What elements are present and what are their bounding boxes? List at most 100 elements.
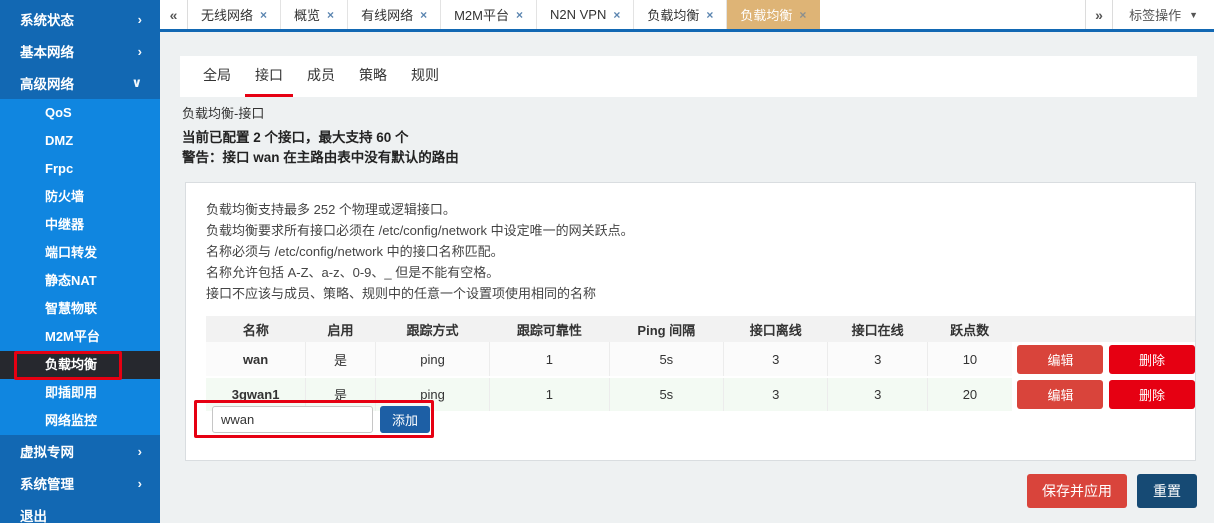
sidebar-subitem-plug-and-play[interactable]: 即插即用 xyxy=(0,379,160,407)
edit-button[interactable]: 编辑 xyxy=(1017,345,1103,374)
section-tab-interface[interactable]: 接口 xyxy=(245,56,293,97)
description-line: 接口不应该与成员、策略、规则中的任意一个设置项使用相同的名称 xyxy=(206,283,1195,304)
col-iface-up: 接口在线 xyxy=(828,316,927,342)
chevron-right-icon: › xyxy=(138,476,142,491)
close-icon[interactable]: × xyxy=(799,8,806,22)
close-icon[interactable]: × xyxy=(706,8,713,22)
tab-m2m-platform[interactable]: M2M平台 × xyxy=(441,0,537,29)
warning-text: 警告：接口 wan 在主路由表中没有默认的路由 xyxy=(182,146,459,166)
section-tab-policy[interactable]: 策略 xyxy=(349,56,397,97)
tabs-scroll-left-icon[interactable]: « xyxy=(160,0,188,29)
edit-button[interactable]: 编辑 xyxy=(1017,380,1103,409)
col-iface-down: 接口离线 xyxy=(724,316,828,342)
section-tab-member[interactable]: 成员 xyxy=(297,56,345,97)
col-name: 名称 xyxy=(206,316,306,342)
sidebar-item-label: 基本网络 xyxy=(20,41,74,61)
col-metric: 跃点数 xyxy=(927,316,1012,342)
cell-down: 3 xyxy=(724,342,828,377)
tab-load-balance-1[interactable]: 负载均衡 × xyxy=(634,0,727,29)
sidebar-item-label: 系统管理 xyxy=(20,473,74,493)
tab-label: 有线网络 xyxy=(361,5,413,24)
sidebar-subitem-repeater[interactable]: 中继器 xyxy=(0,211,160,239)
reset-button[interactable]: 重置 xyxy=(1137,474,1197,508)
tab-overview[interactable]: 概览 × xyxy=(281,0,348,29)
chevron-right-icon: › xyxy=(138,12,142,27)
sidebar-subitem-qos[interactable]: QoS xyxy=(0,99,160,127)
footer-actions: 保存并应用 重置 xyxy=(1027,474,1197,508)
description-line: 名称必须与 /etc/config/network 中的接口名称匹配。 xyxy=(206,241,1195,262)
cell-reliability: 1 xyxy=(490,377,609,412)
sidebar-item-label: 系统状态 xyxy=(20,9,74,29)
sidebar-submenu: QoS DMZ Frpc 防火墙 中继器 端口转发 静态NAT 智慧物联 M2M… xyxy=(0,99,160,435)
chevron-down-icon: ∨ xyxy=(131,75,142,91)
add-button[interactable]: 添加 xyxy=(380,406,430,433)
description-line: 负载均衡要求所有接口必须在 /etc/config/network 中设定唯一的… xyxy=(206,220,1195,241)
sidebar-item-label: 高级网络 xyxy=(20,73,74,93)
section-tab-global[interactable]: 全局 xyxy=(193,56,241,97)
tab-operations-dropdown[interactable]: 标签操作 ▼ xyxy=(1113,0,1214,29)
sidebar-subitem-static-nat[interactable]: 静态NAT xyxy=(0,267,160,295)
delete-button[interactable]: 删除 xyxy=(1109,380,1195,409)
sidebar-subitem-port-forward[interactable]: 端口转发 xyxy=(0,239,160,267)
tab-label: 无线网络 xyxy=(201,5,253,24)
tabbar: « 无线网络 × 概览 × 有线网络 × M2M平台 × N2N VPN × 负… xyxy=(160,0,1214,32)
description-line: 负载均衡支持最多 252 个物理或逻辑接口。 xyxy=(206,199,1195,220)
sidebar-item-advanced-network[interactable]: 高级网络 ∨ xyxy=(0,67,160,99)
sidebar-subitem-firewall[interactable]: 防火墙 xyxy=(0,183,160,211)
cell-up: 3 xyxy=(828,342,927,377)
sidebar-subitem-load-balance[interactable]: 负载均衡 xyxy=(0,351,160,379)
cell-track: ping xyxy=(375,342,489,377)
section-tab-rule[interactable]: 规则 xyxy=(401,56,449,97)
cell-metric: 10 xyxy=(927,342,1012,377)
tab-n2n-vpn[interactable]: N2N VPN × xyxy=(537,0,634,29)
save-and-apply-button[interactable]: 保存并应用 xyxy=(1027,474,1127,508)
sidebar-subitem-m2m-platform[interactable]: M2M平台 xyxy=(0,323,160,351)
close-icon[interactable]: × xyxy=(613,8,620,22)
tab-label: 负载均衡 xyxy=(647,5,699,24)
caret-down-icon: ▼ xyxy=(1189,10,1198,20)
close-icon[interactable]: × xyxy=(516,8,523,22)
tab-label: 负载均衡 xyxy=(740,5,792,24)
cell-metric: 20 xyxy=(927,377,1012,412)
col-track-mode: 跟踪方式 xyxy=(375,316,489,342)
close-icon[interactable]: × xyxy=(420,8,427,22)
col-ping-interval: Ping 间隔 xyxy=(609,316,723,342)
cell-up: 3 xyxy=(828,377,927,412)
tab-load-balance-2-active[interactable]: 负载均衡 × xyxy=(727,0,820,29)
sidebar-item-label: 虚拟专网 xyxy=(20,441,74,461)
sidebar-item-system-manage[interactable]: 系统管理 › xyxy=(0,467,160,499)
sidebar-subitem-dmz[interactable]: DMZ xyxy=(0,127,160,155)
sidebar-subitem-frpc[interactable]: Frpc xyxy=(0,155,160,183)
description-line: 名称允许包括 A-Z、a-z、0-9、_ 但是不能有空格。 xyxy=(206,262,1195,283)
close-icon[interactable]: × xyxy=(327,8,334,22)
sidebar-item-system-status[interactable]: 系统状态 › xyxy=(0,3,160,35)
tabbar-spacer xyxy=(820,0,1085,29)
tab-wireless-network[interactable]: 无线网络 × xyxy=(188,0,281,29)
sidebar-item-basic-network[interactable]: 基本网络 › xyxy=(0,35,160,67)
sidebar-item-label: 退出 xyxy=(20,505,47,523)
sidebar: 系统状态 › 基本网络 › 高级网络 ∨ QoS DMZ Frpc 防火墙 中继… xyxy=(0,0,160,523)
sidebar-subitem-smart-iot[interactable]: 智慧物联 xyxy=(0,295,160,323)
table-row: wan 是 ping 1 5s 3 3 10 编辑 删除 xyxy=(206,342,1195,377)
sidebar-item-vpn[interactable]: 虚拟专网 › xyxy=(0,435,160,467)
tab-wired-network[interactable]: 有线网络 × xyxy=(348,0,441,29)
interfaces-table: 名称 启用 跟踪方式 跟踪可靠性 Ping 间隔 接口离线 接口在线 跃点数 w… xyxy=(206,316,1195,413)
cell-name: wan xyxy=(206,342,306,377)
col-reliability: 跟踪可靠性 xyxy=(490,316,609,342)
description-block: 负载均衡支持最多 252 个物理或逻辑接口。 负载均衡要求所有接口必须在 /et… xyxy=(186,183,1195,304)
cell-down: 3 xyxy=(724,377,828,412)
add-interface-row: 添加 xyxy=(212,406,430,433)
tab-label: N2N VPN xyxy=(550,7,606,22)
col-enabled: 启用 xyxy=(306,316,376,342)
delete-button[interactable]: 删除 xyxy=(1109,345,1195,374)
new-interface-name-input[interactable] xyxy=(212,406,373,433)
chevron-right-icon: › xyxy=(138,44,142,59)
section-tabs: 全局 接口 成员 策略 规则 xyxy=(180,56,1197,97)
tab-label: M2M平台 xyxy=(454,5,509,24)
close-icon[interactable]: × xyxy=(260,8,267,22)
sidebar-item-logout[interactable]: 退出 xyxy=(0,499,160,523)
cell-enabled: 是 xyxy=(306,342,376,377)
sidebar-subitem-network-monitor[interactable]: 网络监控 xyxy=(0,407,160,435)
cell-ping: 5s xyxy=(609,377,723,412)
tabs-scroll-right-icon[interactable]: » xyxy=(1085,0,1113,29)
